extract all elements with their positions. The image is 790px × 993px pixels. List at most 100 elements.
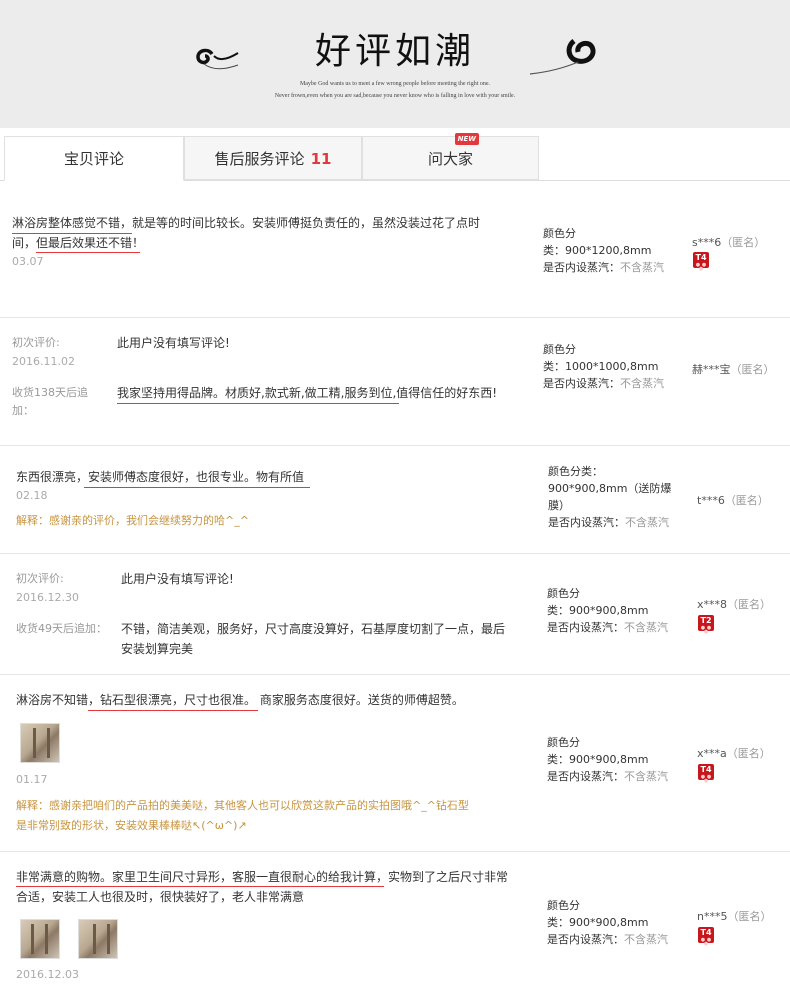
username: 赫***宝 <box>692 363 731 376</box>
anonymous-label: （匿名） <box>727 598 772 611</box>
sku-value: 不含蒸汽 <box>624 770 668 783</box>
sku-value: 不含蒸汽 <box>624 933 668 946</box>
append-review-label: 加： <box>12 404 34 417</box>
review-text: 非常满意的购物。家里卫生间尺寸异形，客服一直很耐心的给我计算，实物到了之后尺寸非… <box>16 870 509 884</box>
username: n***5 <box>697 910 728 923</box>
sku-value: 不含蒸汽 <box>620 377 664 390</box>
review-date: 03.07 <box>12 255 44 268</box>
sku-line: 颜色分 <box>543 227 576 240</box>
highlight-underline <box>88 710 258 711</box>
first-review-label: 初次评价: <box>12 336 60 349</box>
tab-label: 问大家 <box>427 150 473 168</box>
level-text: T4 <box>700 928 712 937</box>
sku-line: 类：900*900,8mm <box>547 753 649 766</box>
sku-line: 类：1000*1000,8mm <box>543 360 659 373</box>
sku-label: 是否内设蒸汽： <box>543 261 620 274</box>
sku-value: 不含蒸汽 <box>625 516 669 529</box>
anonymous-label: （匿名） <box>727 910 772 923</box>
reviewer-name[interactable]: x***a（匿名） <box>697 745 771 761</box>
review-tabs: 宝贝评论 售后服务评论 11 问大家 NEW <box>0 128 790 181</box>
reviewer-name[interactable]: 赫***宝（匿名） <box>692 361 775 377</box>
sku-line: 颜色分 <box>547 736 580 749</box>
tab-ask-everyone[interactable]: 问大家 NEW <box>362 133 539 180</box>
new-badge: NEW <box>454 133 479 145</box>
sku-info: 颜色分类： 900*900,8mm（送防爆 膜） 是否内设蒸汽：不含蒸汽 <box>548 463 671 531</box>
review-item: 初次评价: 此用户没有填写评论! 2016.12.30 收货49天后追加： 不错… <box>0 553 790 675</box>
review-date: 02.18 <box>16 489 48 502</box>
seller-reply: 解释：感谢亲的评价，我们会继续努力的哈^_^ <box>16 514 249 527</box>
tab-product-reviews[interactable]: 宝贝评论 <box>4 136 184 181</box>
review-photo-thumbnail[interactable] <box>20 723 60 763</box>
first-review-label: 初次评价: <box>16 572 64 585</box>
sku-label: 是否内设蒸汽： <box>547 770 624 783</box>
level-badge-icon: T4 ● ● ● <box>693 252 709 272</box>
level-badge-icon: T2 ● ● ● <box>698 615 714 635</box>
sku-line: 是否内设蒸汽：不含蒸汽 <box>543 375 664 392</box>
reviewer-name[interactable]: n***5（匿名） <box>697 908 771 924</box>
username: x***8 <box>697 598 728 611</box>
sku-line: 膜） <box>548 499 570 512</box>
append-review-label: 收货49天后追加： <box>16 622 107 635</box>
page-title: 好评如潮 <box>314 31 475 72</box>
review-text: 合适，安装工人也很及时，很快装好了，老人非常满意 <box>16 890 305 904</box>
sku-info: 颜色分 类：900*900,8mm 是否内设蒸汽：不含蒸汽 <box>547 734 668 785</box>
reviewer-name[interactable]: s***6（匿名） <box>692 234 765 250</box>
level-text: T2 <box>700 616 712 625</box>
sku-value: 不含蒸汽 <box>620 261 664 274</box>
level-badge-icon: T4 ● ● ● <box>698 927 714 947</box>
sku-line: 颜色分 <box>547 899 580 912</box>
seller-reply: 解释：感谢亲把咱们的产品拍的美美哒，其他客人也可以欣赏这款产品的实拍图哦^_^钻… <box>16 799 469 812</box>
review-item: 淋浴房不知错，钻石型很漂亮，尺寸也很准。 商家服务态度很好。送货的师傅超赞。 0… <box>0 674 790 852</box>
anonymous-label: （匿名） <box>730 363 775 376</box>
sku-line: 是否内设蒸汽：不含蒸汽 <box>543 259 664 276</box>
review-text: 此用户没有填写评论! <box>121 572 234 586</box>
level-badge-icon: T4 ● ● ● <box>698 764 714 784</box>
review-photo-thumbnail[interactable] <box>20 919 60 959</box>
review-photo-thumbnail[interactable] <box>78 919 118 959</box>
sku-line: 类：900*1200,8mm <box>543 244 652 257</box>
review-item: 东西很漂亮，安装师傅态度很好，也很专业。物有所值 02.18 解释：感谢亲的评价… <box>0 445 790 554</box>
reviewer-name[interactable]: x***8（匿名） <box>697 596 771 612</box>
sku-label: 是否内设蒸汽： <box>547 621 624 634</box>
sku-line: 是否内设蒸汽：不含蒸汽 <box>548 514 671 531</box>
level-text: T4 <box>700 765 712 774</box>
highlight-underline <box>84 487 310 488</box>
reviewer-name[interactable]: t***6（匿名） <box>697 492 769 508</box>
append-review-label: 收货138天后追 <box>12 386 88 399</box>
sku-line: 颜色分类： <box>548 465 603 478</box>
tab-label: 宝贝评论 <box>63 150 124 168</box>
highlight-underline <box>117 403 399 404</box>
sku-line: 颜色分 <box>543 343 576 356</box>
banner-subtitle-1: Maybe God wants us to meet a few wrong p… <box>299 81 491 87</box>
header-banner: 好评如潮 Maybe God wants us to meet a few wr… <box>0 0 790 128</box>
sku-line: 类：900*900,8mm <box>547 916 649 929</box>
sku-label: 是否内设蒸汽： <box>548 516 625 529</box>
review-text: 淋浴房不知错，钻石型很漂亮，尺寸也很准。 商家服务态度很好。送货的师傅超赞。 <box>16 693 464 707</box>
sku-label: 是否内设蒸汽： <box>547 933 624 946</box>
sku-line: 900*900,8mm（送防爆 <box>548 482 672 495</box>
banner-subtitle-2: Never frown,even when you are sad,becaus… <box>274 93 516 99</box>
sku-value: 不含蒸汽 <box>624 621 668 634</box>
seller-reply: 是非常别致的形状，安装效果棒棒哒↖(^ω^)↗ <box>16 819 247 832</box>
tab-after-sale-reviews[interactable]: 售后服务评论 11 <box>184 136 362 180</box>
sku-info: 颜色分 类：1000*1000,8mm 是否内设蒸汽：不含蒸汽 <box>543 341 664 392</box>
anonymous-label: （匿名） <box>724 494 769 507</box>
review-item: 淋浴房整体感觉不错，就是等的时间比较长。安装师傅挺负责任的，虽然没装过花了点时 … <box>0 181 790 318</box>
sku-line: 是否内设蒸汽：不含蒸汽 <box>547 931 668 948</box>
sku-line: 是否内设蒸汽：不含蒸汽 <box>547 619 668 636</box>
sku-line: 是否内设蒸汽：不含蒸汽 <box>547 768 668 785</box>
review-item: 初次评价: 此用户没有填写评论! 2016.11.02 收货138天后追 加： … <box>0 317 790 446</box>
swirl-right-icon <box>529 39 596 75</box>
username: s***6 <box>692 236 722 249</box>
append-review-text: 我家坚持用得品牌。材质好,款式新,做工精,服务到位,值得信任的好东西! <box>117 386 498 400</box>
sku-info: 颜色分 类：900*900,8mm 是否内设蒸汽：不含蒸汽 <box>547 585 668 636</box>
append-review-text: 不错，简洁美观，服务好，尺寸高度没算好，石基厚度切割了一点，最后 <box>121 622 506 636</box>
sku-info: 颜色分 类：900*900,8mm 是否内设蒸汽：不含蒸汽 <box>547 897 668 948</box>
review-item: 非常满意的购物。家里卫生间尺寸异形，客服一直很耐心的给我计算，实物到了之后尺寸非… <box>0 851 790 993</box>
review-date: 2016.11.02 <box>12 355 75 368</box>
sku-line: 颜色分 <box>547 587 580 600</box>
append-review-text: 安装划算完美 <box>121 642 194 656</box>
sku-line: 类：900*900,8mm <box>547 604 649 617</box>
review-text: 此用户没有填写评论! <box>117 336 230 350</box>
review-text: 间，但最后效果还不错！ <box>12 236 145 250</box>
